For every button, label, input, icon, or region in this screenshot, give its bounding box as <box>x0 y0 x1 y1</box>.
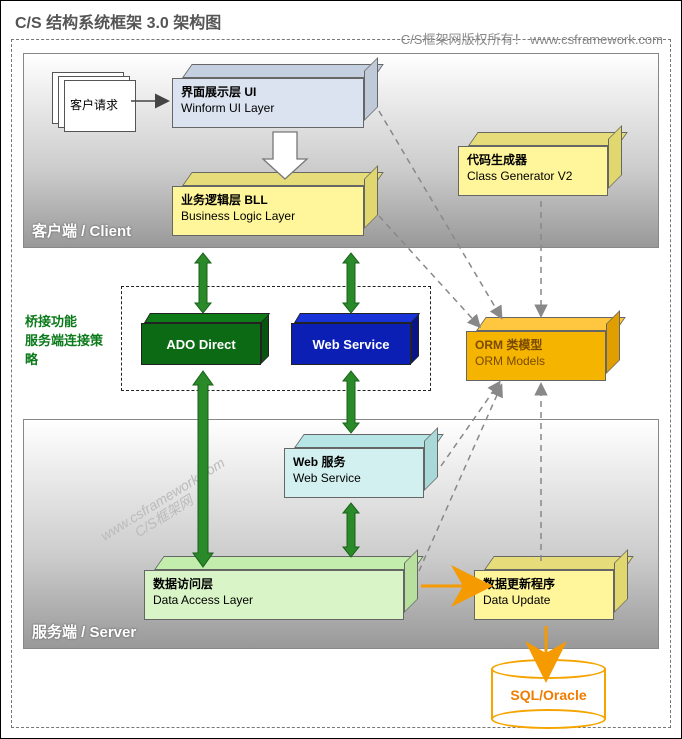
section-server-title: 服务端 / Server <box>32 621 136 642</box>
request-doc-label: 客户请求 <box>70 96 118 113</box>
request-doc-icon: 客户请求 <box>52 72 138 132</box>
section-client-title: 客户端 / Client <box>32 220 131 241</box>
diagram-canvas: C/S 结构系统框架 3.0 架构图 C/S框架网版权所有！ www.csfra… <box>0 0 682 739</box>
diagram-title: C/S 结构系统框架 3.0 架构图 <box>15 9 221 33</box>
db-cylinder: SQL/Oracle <box>491 659 606 729</box>
section-client: 客户端 / Client 客户请求 界面展示层 UI Winform UI La… <box>23 53 659 248</box>
bridge-label: 桥接功能 服务端连接策略 <box>25 311 115 368</box>
